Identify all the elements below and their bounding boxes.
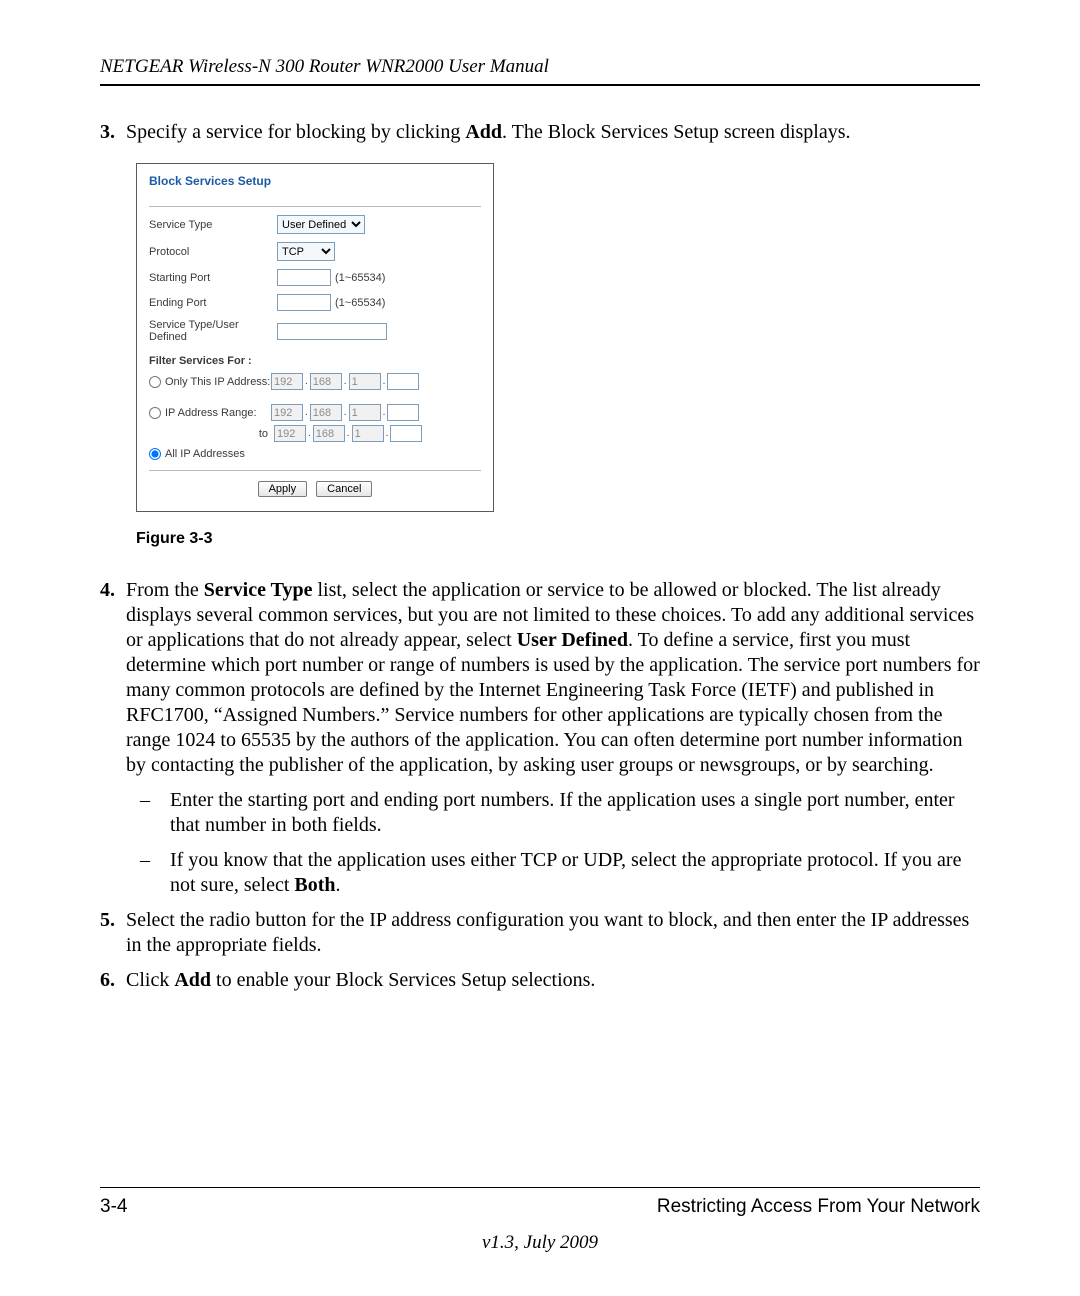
ip-octet[interactable] [310, 404, 342, 421]
user-defined-bold: User Defined [517, 629, 628, 651]
ip-octet[interactable] [387, 404, 419, 421]
text: . To define a service, first you must de… [126, 629, 980, 776]
manual-page: NETGEAR Wireless-N 300 Router WNR2000 Us… [0, 0, 1080, 1296]
ending-port-input[interactable] [277, 294, 331, 311]
label-only-this-ip: Only This IP Address: [165, 376, 270, 388]
text: to enable your Block Services Setup sele… [211, 969, 595, 991]
text: Specify a service for blocking by clicki… [126, 121, 465, 143]
add-bold: Add [174, 969, 211, 991]
ip-octet[interactable] [271, 404, 303, 421]
label-user-defined: Service Type/User Defined [149, 319, 277, 343]
only-this-ip-group: . . . [271, 373, 419, 390]
page-footer: 3-4 Restricting Access From Your Network… [100, 1187, 980, 1254]
label-protocol: Protocol [149, 246, 277, 258]
dash-icon: – [140, 788, 170, 838]
ip-range-to-group: . . . [274, 425, 422, 442]
step-number: 6. [100, 968, 126, 993]
substep: – Enter the starting port and ending por… [140, 788, 980, 838]
text: If you know that the application uses ei… [170, 849, 961, 896]
label-all-ip: All IP Addresses [165, 448, 245, 460]
figure-screenshot: Block Services Setup Service Type User D… [136, 163, 980, 512]
text: Click [126, 969, 174, 991]
step-5: 5. Select the radio button for the IP ad… [100, 908, 980, 958]
radio-only-this-ip[interactable] [149, 376, 161, 388]
user-defined-input[interactable] [277, 323, 387, 340]
radio-ip-range[interactable] [149, 407, 161, 419]
ip-octet[interactable] [349, 404, 381, 421]
filter-services-for-label: Filter Services For : [149, 355, 481, 367]
ip-octet[interactable] [352, 425, 384, 442]
substep: – If you know that the application uses … [140, 848, 980, 898]
step-3: 3. Specify a service for blocking by cli… [100, 120, 980, 145]
step-number: 5. [100, 908, 126, 958]
both-bold: Both [294, 874, 335, 896]
add-bold: Add [465, 121, 502, 143]
text: Select the radio button for the IP addre… [126, 908, 980, 958]
port-range-hint: (1~65534) [335, 272, 385, 284]
dash-icon: – [140, 848, 170, 898]
apply-button[interactable]: Apply [258, 481, 308, 497]
section-title: Restricting Access From Your Network [657, 1196, 980, 1218]
step-4: 4. From the Service Type list, select th… [100, 578, 980, 898]
figure-caption: Figure 3-3 [136, 530, 980, 548]
label-ending-port: Ending Port [149, 297, 277, 309]
label-to: to [149, 428, 274, 440]
panel-title: Block Services Setup [149, 174, 481, 207]
step-6: 6. Click Add to enable your Block Servic… [100, 968, 980, 993]
block-services-setup-panel: Block Services Setup Service Type User D… [136, 163, 494, 512]
ip-octet[interactable] [274, 425, 306, 442]
version-line: v1.3, July 2009 [100, 1232, 980, 1254]
port-range-hint: (1~65534) [335, 297, 385, 309]
starting-port-input[interactable] [277, 269, 331, 286]
ip-octet[interactable] [313, 425, 345, 442]
cancel-button[interactable]: Cancel [316, 481, 372, 497]
label-service-type: Service Type [149, 219, 277, 231]
text: From the [126, 579, 204, 601]
label-starting-port: Starting Port [149, 272, 277, 284]
ip-octet[interactable] [310, 373, 342, 390]
ip-octet[interactable] [387, 373, 419, 390]
text: . The Block Services Setup screen displa… [502, 121, 850, 143]
page-header: NETGEAR Wireless-N 300 Router WNR2000 Us… [100, 56, 980, 86]
ip-range-from-group: . . . [271, 404, 419, 421]
step-number: 4. [100, 578, 126, 898]
service-type-select[interactable]: User Defined [277, 215, 365, 234]
radio-all-ip[interactable] [149, 448, 161, 460]
step-number: 3. [100, 120, 126, 145]
ip-octet[interactable] [390, 425, 422, 442]
ip-octet[interactable] [349, 373, 381, 390]
label-ip-range: IP Address Range: [165, 407, 257, 419]
service-type-bold: Service Type [204, 579, 313, 601]
ip-octet[interactable] [271, 373, 303, 390]
protocol-select[interactable]: TCP [277, 242, 335, 261]
page-number: 3-4 [100, 1196, 127, 1218]
text: Enter the starting port and ending port … [170, 788, 980, 838]
text: . [336, 874, 341, 896]
